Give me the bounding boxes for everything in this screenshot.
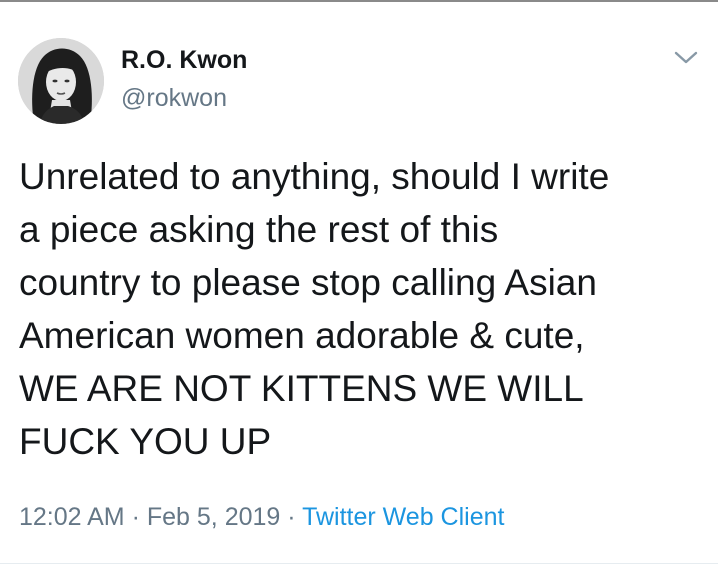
tweet-client-link[interactable]: Twitter Web Client xyxy=(302,503,504,531)
divider xyxy=(0,563,718,564)
avatar[interactable] xyxy=(18,38,104,124)
meta-separator: · xyxy=(131,503,140,531)
tweet-time[interactable]: 12:02 AM xyxy=(19,503,125,531)
tweet-text: Unrelated to anything, should I write a … xyxy=(19,156,610,462)
profile-photo-icon xyxy=(18,38,104,124)
author-handle[interactable]: @rokwon xyxy=(121,84,227,113)
tweet-date[interactable]: Feb 5, 2019 xyxy=(147,503,280,531)
author-name[interactable]: R.O. Kwon xyxy=(121,46,247,75)
tweet-meta: 12:02 AM · Feb 5, 2019 · Twitter Web Cli… xyxy=(19,503,504,532)
chevron-down-icon[interactable] xyxy=(672,48,700,68)
meta-separator: · xyxy=(287,503,296,531)
tweet-card: R.O. Kwon @rokwon Unrelated to anything,… xyxy=(0,0,718,566)
